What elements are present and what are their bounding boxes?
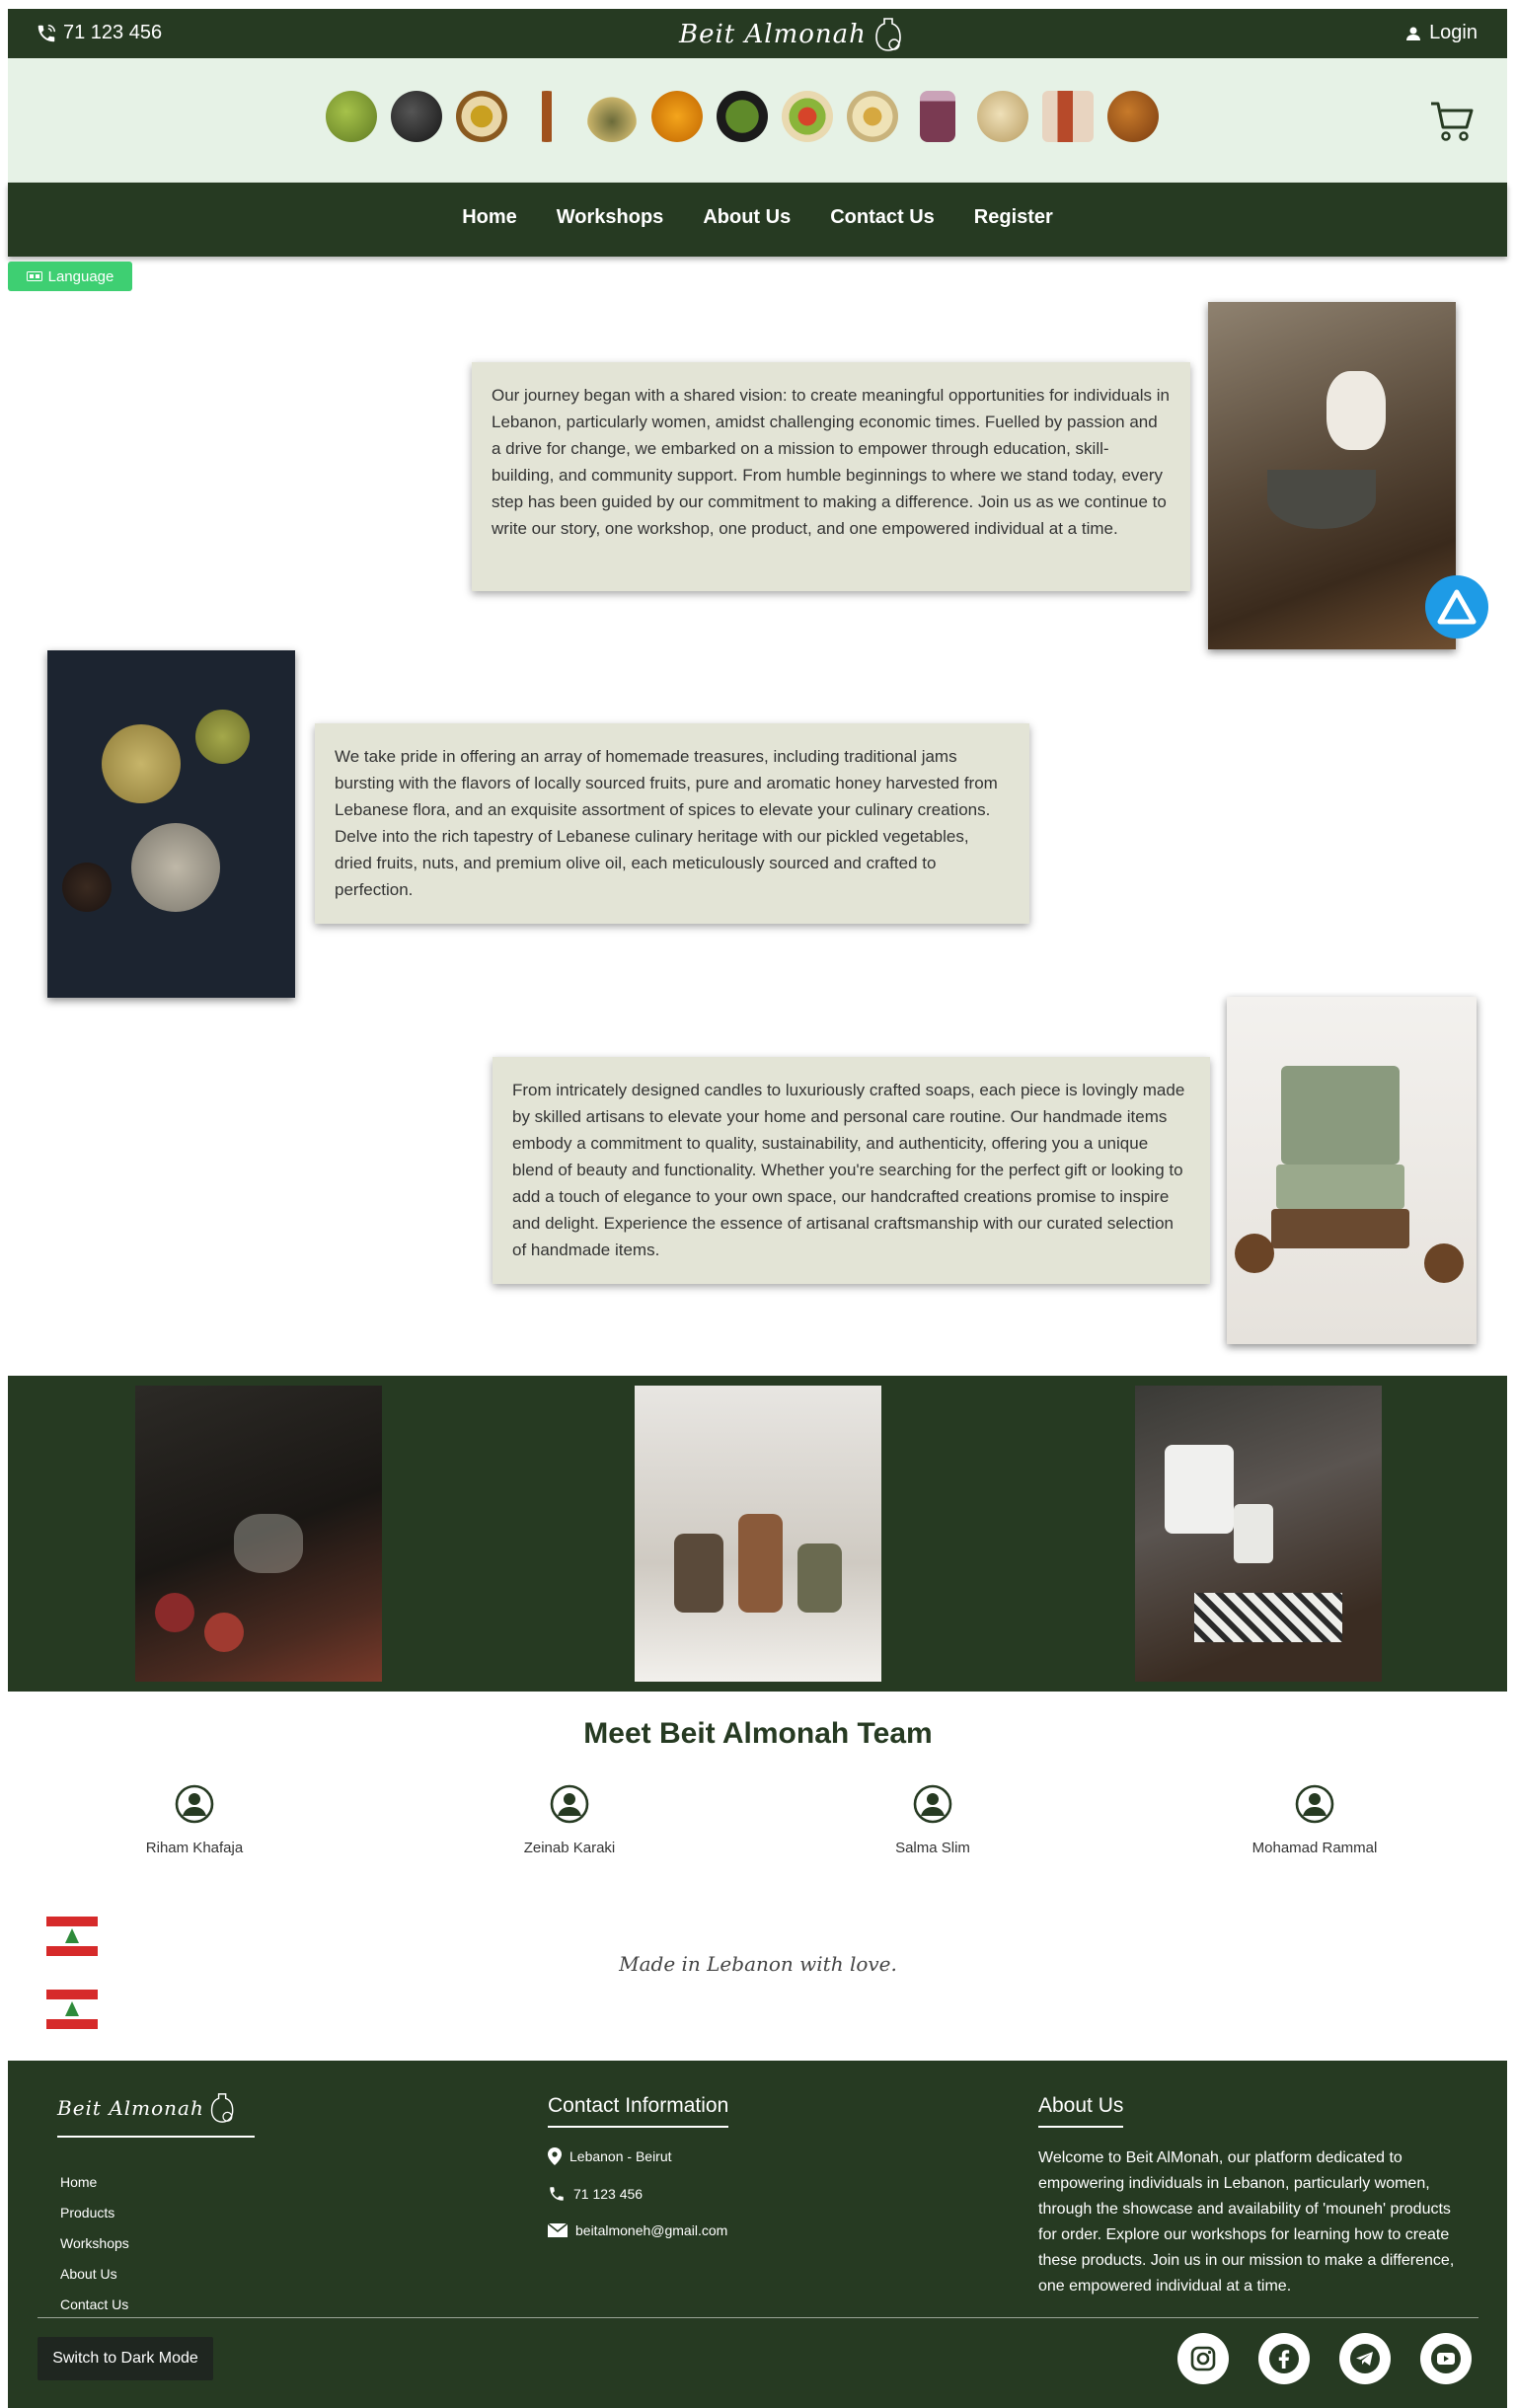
user-avatar-icon [175,1784,214,1824]
team-member: Riham Khafaja [76,1784,313,1856]
footer-contact: Contact Information Lebanon - Beirut 71 … [548,2094,729,2238]
user-avatar-icon [913,1784,952,1824]
gallery-photo-milk [1135,1386,1382,1682]
team-member: Salma Slim [814,1784,1051,1856]
contact-phone-text: 71 123 456 [573,2186,644,2202]
phone-icon [38,24,55,41]
grapes-icon[interactable] [326,91,377,142]
dark-mode-button[interactable]: Switch to Dark Mode [38,2337,213,2380]
footer-divider [38,2317,1478,2318]
blackberries-icon[interactable] [391,91,442,142]
gallery-photo-jars [635,1386,881,1682]
footer-link-products[interactable]: Products [60,2198,129,2228]
footer-link-home[interactable]: Home [60,2167,129,2198]
header-phone[interactable]: 71 123 456 [36,22,162,44]
jar-logo-icon [875,18,901,51]
youtube-icon[interactable] [1420,2333,1472,2384]
login-label: Login [1429,22,1478,43]
nav-contact-us[interactable]: Contact Us [830,206,935,229]
instagram-icon[interactable] [1177,2333,1229,2384]
language-icon [26,271,42,281]
team-title: Meet Beit Almonah Team [583,1717,933,1750]
gallery-band [8,1376,1507,1692]
footer-link-contact-us[interactable]: Contact Us [60,2290,129,2320]
social-links [1177,2333,1472,2384]
candles-icon[interactable] [1042,91,1094,142]
footer-logo[interactable]: Beit Almonah [57,2090,255,2138]
cinnamon-icon[interactable] [521,91,572,142]
jam-jar-icon[interactable] [920,91,955,142]
nav-about-us[interactable]: About Us [703,206,791,229]
footer-link-workshops[interactable]: Workshops [60,2228,129,2259]
footer: Beit Almonah Home Products Workshops Abo… [8,2061,1507,2408]
login-link[interactable]: Login [1405,22,1478,44]
user-avatar-icon [1295,1784,1334,1824]
contact-phone[interactable]: 71 123 456 [548,2185,728,2203]
hummus-plate-icon[interactable] [847,91,898,142]
nav-home[interactable]: Home [462,206,517,229]
about-text: Welcome to Beit AlMonah, our platform de… [1038,2149,1455,2295]
category-icons [326,91,1159,142]
photo-soaps [1227,997,1477,1344]
footer-brand-name: Beit Almonah [57,2096,204,2120]
user-avatar-icon [550,1784,589,1824]
contact-email-text: beitalmoneh@gmail.com [575,2222,728,2238]
story-text-food: We take pride in offering an array of ho… [335,747,998,899]
phone-icon [550,2187,564,2201]
language-label: Language [47,267,114,285]
story-card-handmade: From intricately designed candles to lux… [493,1057,1210,1284]
triangle-logo-icon [1437,589,1477,625]
stuffed-leaves-icon[interactable] [717,91,768,142]
bread-icon[interactable] [977,91,1028,142]
team-member: Zeinab Karaki [451,1784,688,1856]
facebook-icon[interactable] [1258,2333,1310,2384]
lebanon-flag-icon [46,1917,98,1956]
jar-logo-icon [210,2093,234,2123]
story-card-food: We take pride in offering an array of ho… [315,723,1029,924]
falafel-icon[interactable] [1107,91,1159,142]
location-pin-icon [548,2147,562,2165]
made-in-lebanon-text: Made in Lebanon with love. [619,1952,897,1976]
floating-assistant-button[interactable] [1425,575,1488,639]
header-phone-text: 71 123 456 [63,22,163,43]
nav-register[interactable]: Register [974,206,1053,229]
team-member-name: Zeinab Karaki [523,1840,616,1856]
telegram-icon[interactable] [1339,2333,1391,2384]
envelope-icon [548,2223,568,2237]
top-bar: 71 123 456 Beit Almonah Login [8,9,1507,58]
footer-link-about-us[interactable]: About Us [60,2259,129,2290]
language-button[interactable]: Language [8,262,132,291]
contact-title: Contact Information [548,2094,729,2128]
gallery-photo-apples [135,1386,382,1682]
main-nav: Home Workshops About Us Contact Us Regis… [8,183,1507,257]
story-text-handmade: From intricately designed candles to lux… [512,1081,1185,1259]
olive-oil-bowl-icon[interactable] [456,91,507,142]
photo-spices [47,650,295,998]
user-icon [1406,27,1421,40]
brand-name: Beit Almonah [679,20,867,49]
photo-hands-mortar [1208,302,1456,649]
cart-icon[interactable] [1429,100,1475,143]
salad-plate-icon[interactable] [782,91,833,142]
nav-workshops[interactable]: Workshops [557,206,664,229]
contact-location-text: Lebanon - Beirut [569,2148,672,2164]
team-member-name: Mohamad Rammal [1251,1840,1378,1856]
honeycomb-icon[interactable] [651,91,703,142]
contact-location: Lebanon - Beirut [548,2147,728,2165]
lebanon-flag-icon [46,1990,98,2029]
category-bar [8,58,1507,183]
contact-email[interactable]: beitalmoneh@gmail.com [548,2222,728,2238]
story-text-journey: Our journey began with a shared vision: … [492,386,1171,538]
footer-links: Home Products Workshops About Us Contact… [60,2167,129,2320]
about-title: About Us [1038,2094,1124,2128]
footer-about: About Us Welcome to Beit AlMonah, our pl… [1038,2094,1463,2299]
herbs-bowl-icon[interactable] [586,91,638,142]
team-member: Mohamad Rammal [1196,1784,1433,1856]
team-member-name: Salma Slim [895,1840,970,1856]
team-member-name: Riham Khafaja [145,1840,244,1856]
story-card-journey: Our journey began with a shared vision: … [472,362,1190,591]
brand-logo[interactable]: Beit Almonah [679,15,906,54]
